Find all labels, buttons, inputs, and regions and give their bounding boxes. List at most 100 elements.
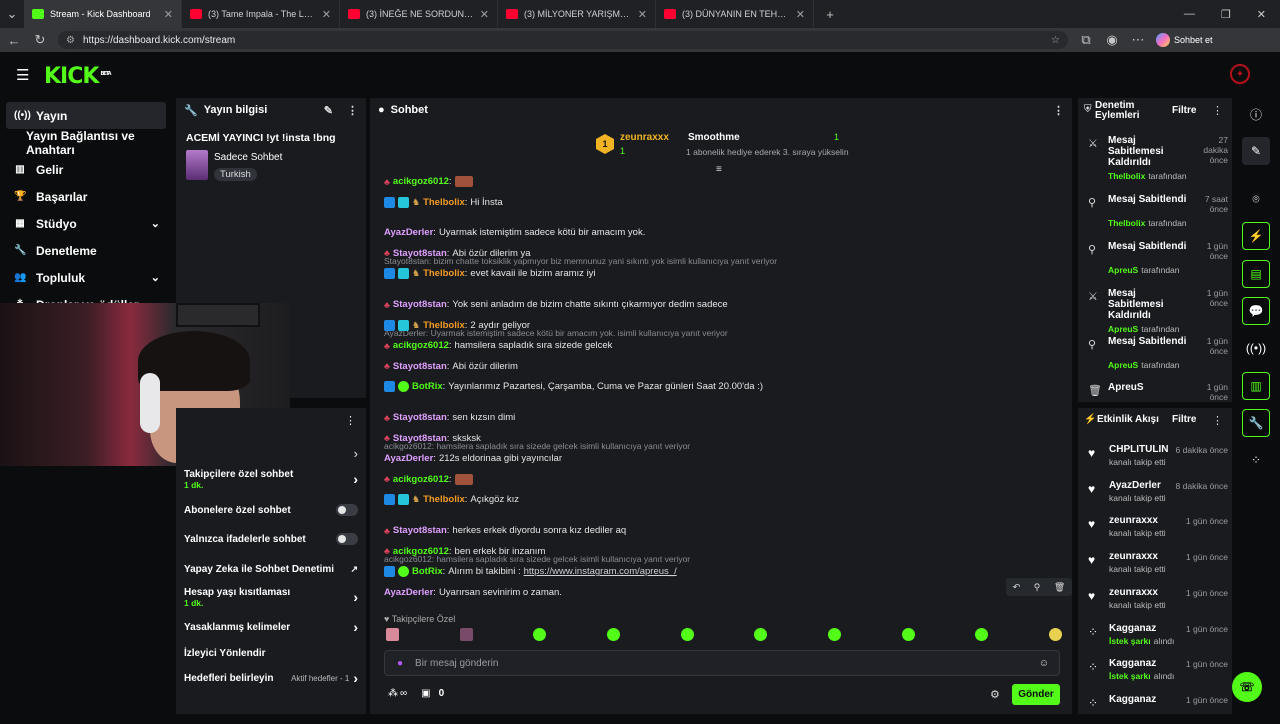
copilot-button[interactable]: Sohbet et xyxy=(1156,33,1213,47)
chat-username[interactable]: Stayot8stan xyxy=(393,299,447,310)
maximize-icon[interactable]: ❐ xyxy=(1221,8,1231,21)
back-icon[interactable]: ← xyxy=(6,33,22,48)
chat-message[interactable]: ♞ Thelbolix: evet kavaii ile bizim aramız … xyxy=(384,268,596,280)
menu-icon[interactable]: ☰ xyxy=(16,66,29,84)
reload-icon[interactable]: ↻ xyxy=(32,32,48,48)
emote-option[interactable] xyxy=(459,628,473,641)
chevron-down-icon[interactable]: ⌄ xyxy=(151,271,160,284)
setting-control[interactable]: Aktif hedefler - 1 › xyxy=(291,670,358,686)
close-window-icon[interactable]: ✕ xyxy=(1257,8,1266,21)
delete-icon[interactable]: 🗑 xyxy=(1054,582,1065,593)
activity-filter-button[interactable]: Filtre xyxy=(1172,414,1196,425)
browser-tab[interactable]: Stream - Kick Dashboard ✕ xyxy=(24,0,182,28)
activity-row[interactable]: ⁘ Kagganaz 1 gün önce İstek şarkı alındı xyxy=(1088,658,1228,688)
chat-setting-row[interactable]: Takipçilere özel sohbet 1 dk. › xyxy=(176,466,366,492)
chat-username[interactable]: acikgoz6012 xyxy=(393,546,449,557)
chat-username[interactable]: Stayot8stan xyxy=(393,433,447,444)
setting-control[interactable] xyxy=(336,504,358,516)
mod-action-user[interactable]: ApreuS xyxy=(1108,324,1138,334)
setting-control[interactable]: › xyxy=(353,619,358,635)
tab-close-icon[interactable]: ✕ xyxy=(322,8,331,21)
chat-message[interactable]: BotRix: Alırım bi takibini : https://www.… xyxy=(384,566,677,578)
layout-icon[interactable]: ▥ xyxy=(1242,372,1270,400)
chevron-right-icon[interactable]: › xyxy=(353,589,358,605)
sidebar-item[interactable]: ▥ Gelir xyxy=(0,156,172,183)
sidebar-item[interactable]: ▦ Stüdyo ⌄ xyxy=(0,210,172,237)
browser-tab[interactable]: (3) Tame Impala - The Less I K ✕ xyxy=(182,0,340,28)
tab-list-chevron-icon[interactable]: ⌄ xyxy=(0,6,24,22)
info-icon[interactable]: ⓘ xyxy=(1242,100,1270,128)
chat-setting-row[interactable]: Hesap yaşı kısıtlaması 1 dk. › xyxy=(176,584,366,610)
mod-filter-button[interactable]: Filtre xyxy=(1172,105,1196,116)
emote-option[interactable] xyxy=(901,628,915,641)
more-vertical-icon[interactable]: ⋮ xyxy=(1212,104,1223,117)
mod-action-row[interactable]: ⚲ Mesaj Sabitlendi 7 saat önce Thelbolix tar… xyxy=(1088,194,1228,236)
activity-username[interactable]: zeunraxxx xyxy=(1109,587,1158,598)
chat-username[interactable]: Stayot8stan xyxy=(393,361,447,372)
chat-message[interactable]: ♣ Stayot8stan: Abi özür dilerim ya xyxy=(384,248,531,259)
chat-setting-row[interactable]: Hedefleri belirleyin Aktif hedefler - 1 › xyxy=(176,667,366,689)
chat-username[interactable]: acikgoz6012 xyxy=(393,474,449,485)
mod-action-row[interactable]: ⚲ Mesaj Sabitlendi 1 gün önce ApreuS tarafın… xyxy=(1088,241,1228,283)
broadcast-icon[interactable]: ((•)) xyxy=(1242,334,1270,362)
more-vertical-icon[interactable]: ⋮ xyxy=(1053,104,1064,117)
chevron-right-icon[interactable]: › xyxy=(353,670,358,686)
setting-toggle[interactable] xyxy=(336,504,358,516)
tab-close-icon[interactable]: ✕ xyxy=(796,8,805,21)
expand-leaderboard-icon[interactable]: ≡ xyxy=(716,164,722,175)
chat-message[interactable]: ♞ Thelbolix:2 aydır geliyor xyxy=(384,319,530,331)
tab-close-icon[interactable]: ✕ xyxy=(164,8,173,21)
chat-setting-row[interactable]: Yasaklanmış kelimeler › xyxy=(176,616,366,638)
setting-control[interactable]: › xyxy=(353,471,358,487)
minimize-icon[interactable]: — xyxy=(1184,8,1195,21)
tab-close-icon[interactable]: ✕ xyxy=(480,8,489,21)
browser-tab[interactable]: (3) İNEĞE NE SORDUN? | 5Sriders ✕ xyxy=(340,0,498,28)
more-vertical-icon[interactable]: ⋮ xyxy=(345,414,356,427)
clipboard-icon[interactable]: ▤ xyxy=(1242,260,1270,288)
chat-message[interactable]: ♞ Thelbolix: Açıkgöz kız xyxy=(384,494,519,506)
chevron-right-icon[interactable]: › xyxy=(353,471,358,487)
activity-row[interactable]: ♥ CHPLITULIN 6 dakika önce kanalı takip ett… xyxy=(1088,444,1228,474)
more-icon[interactable]: ⋯ xyxy=(1130,32,1146,48)
activity-row[interactable]: ♥ AyazDerler 8 dakika önce kanalı takip ett… xyxy=(1088,480,1228,510)
chat-username[interactable]: acikgoz6012 xyxy=(393,340,449,351)
activity-username[interactable]: zeunraxxx xyxy=(1109,515,1158,526)
profile-icon[interactable]: ◉ xyxy=(1104,32,1120,48)
setting-toggle[interactable] xyxy=(336,533,358,545)
setting-control[interactable]: ↗ xyxy=(350,564,358,575)
chevron-right-icon[interactable]: › xyxy=(353,619,358,635)
points-icon[interactable]: ⁂ xyxy=(388,688,398,699)
url-field[interactable]: ⚙ https://dashboard.kick.com/stream ☆ xyxy=(58,31,1068,49)
mod-action-user[interactable]: Thelbolix xyxy=(1108,218,1145,228)
emote-option[interactable] xyxy=(975,628,989,641)
activity-row[interactable]: ♥ zeunraxxx 1 gün önce kanalı takip etti xyxy=(1088,551,1228,581)
chat-username[interactable]: AyazDerler xyxy=(384,227,433,238)
chat-setting-row[interactable]: Abonelere özel sohbet xyxy=(176,499,366,521)
reply-icon[interactable]: ↶ xyxy=(1013,582,1021,593)
mod-action-user[interactable]: ApreuS xyxy=(1108,360,1138,370)
sidebar-item[interactable]: 🔧 Denetleme xyxy=(0,237,172,264)
activity-username[interactable]: CHPLITULIN xyxy=(1109,444,1168,455)
new-tab-button[interactable]: + xyxy=(822,7,838,22)
chevron-down-icon[interactable]: ⌄ xyxy=(151,217,160,230)
chat-input[interactable]: ● Bir mesaj gönderin ☺ xyxy=(384,650,1060,676)
mod-action-row[interactable]: ⚲ Mesaj Sabitlendi 1 gün önce ApreuS tarafın… xyxy=(1088,336,1228,378)
chat-message[interactable]: AyazDerler:212s eldorinaa gibi yayıncıla… xyxy=(384,453,562,464)
kick-logo[interactable]: KICK BETA xyxy=(44,64,112,89)
browser-tab[interactable]: (3) MİLYONER YARIŞMASINI DOLA ✕ xyxy=(498,0,656,28)
emote-option[interactable] xyxy=(680,628,694,641)
chat-message[interactable]: ♣ Stayot8stan: sksksk xyxy=(384,433,481,444)
browser-tab[interactable]: (3) DÜNYANIN EN TEHLİKELİ TREN ✕ xyxy=(656,0,814,28)
activity-row[interactable]: ⁘ Kagganaz 1 gün önce xyxy=(1088,694,1228,724)
emote-option[interactable] xyxy=(533,628,547,641)
chat-message[interactable]: AyazDerler: Uyarmak istemiştim sadece köt… xyxy=(384,227,645,238)
activity-username[interactable]: zeunraxxx xyxy=(1109,551,1158,562)
user-avatar[interactable]: ✦ xyxy=(1230,64,1250,84)
nodes-icon[interactable]: ⁘ xyxy=(1242,446,1270,474)
mod-action-user[interactable]: Thelbolix xyxy=(1108,171,1145,181)
chat-message[interactable]: ♣ Stayot8stan: Abi özür dilerim xyxy=(384,361,518,372)
site-info-icon[interactable]: ⚙ xyxy=(66,35,75,46)
mod-action-row[interactable]: ⚔ Mesaj Sabitlemesi Kaldırıldı 27 dakika ö… xyxy=(1088,135,1228,181)
chat-message[interactable]: ♞ Thelbolix: Hi İnsta xyxy=(384,196,503,208)
chat-username[interactable]: acikgoz6012 xyxy=(393,176,449,187)
